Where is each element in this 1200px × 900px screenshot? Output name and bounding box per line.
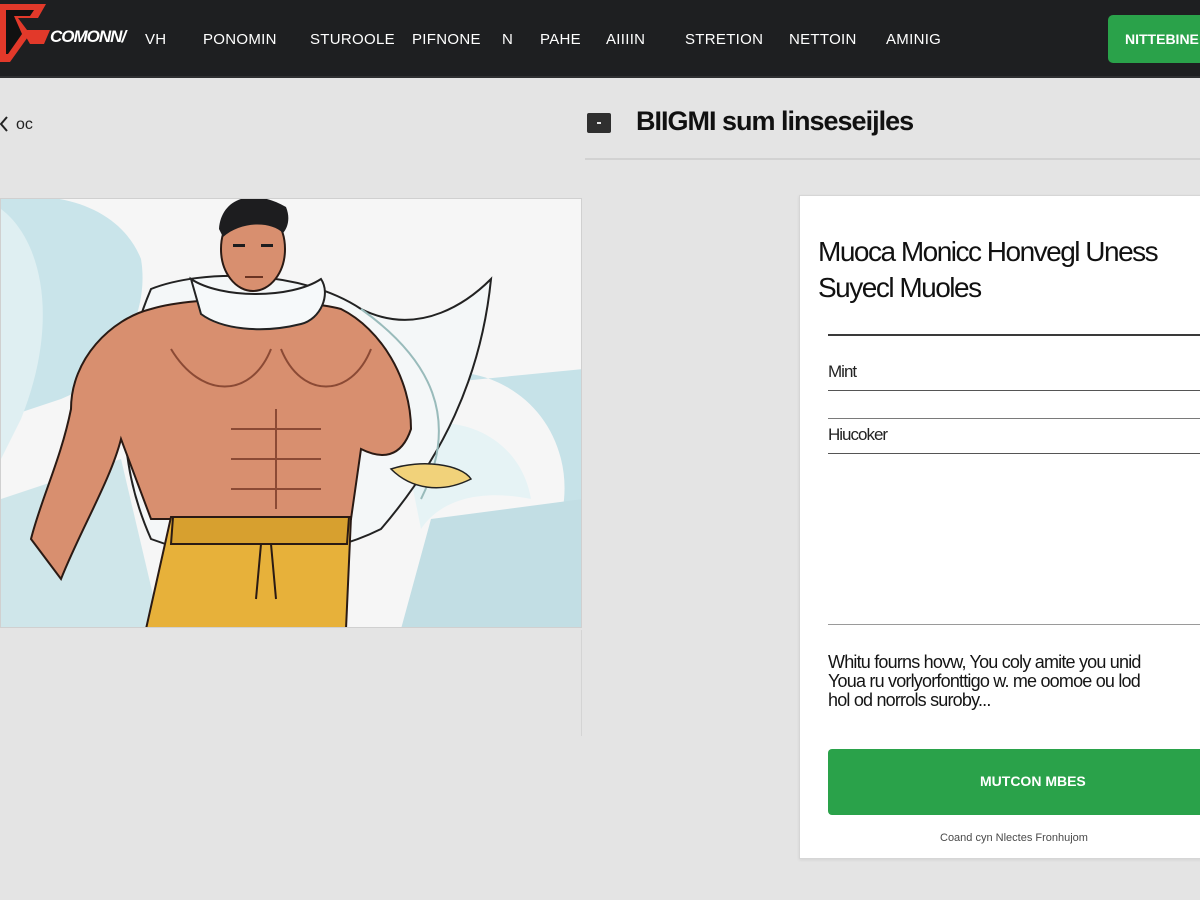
back-link[interactable]: oc xyxy=(0,112,60,138)
chevron-left-icon xyxy=(0,116,8,132)
signup-card: Muoca Monicc Honvegl Uness Suyecl Muoles… xyxy=(799,195,1200,859)
header-divider xyxy=(585,158,1200,160)
top-navigation-bar: COMONN/ VH PONOMIN STUROOLE PIFNONE N PA… xyxy=(0,0,1200,78)
brand-logo[interactable]: COMONN/ xyxy=(0,0,140,72)
secondary-field-label: Hiucoker xyxy=(828,425,888,444)
description-line-2: Youa ru vorlyorfonttigo w. me oomoe ou l… xyxy=(828,671,1141,691)
card-footnote[interactable]: Coand cyn Nlectes Fronhujom xyxy=(940,832,1088,844)
card-description: Whitu fourns hovw, You coly amite you un… xyxy=(828,653,1200,710)
name-field[interactable]: Mint xyxy=(828,353,1200,391)
nav-item-nettoin[interactable]: NETTOIN xyxy=(789,31,857,48)
card-title-line-2: Suyecl Muoles xyxy=(818,272,982,303)
nav-item-stretion[interactable]: STRETION xyxy=(685,31,763,48)
brand-logo-text: COMONN/ xyxy=(50,27,126,46)
nav-item-vh[interactable]: VH xyxy=(145,31,166,48)
secondary-field[interactable]: Hiucoker xyxy=(828,416,1200,454)
muscular-hero-illustration xyxy=(1,199,581,627)
nav-item-n[interactable]: N xyxy=(502,31,513,48)
card-title: Muoca Monicc Honvegl Uness Suyecl Muoles xyxy=(818,234,1200,306)
description-line-3: hol od norrols suroby... xyxy=(828,690,991,710)
nav-item-aiiiin[interactable]: AIIIIN xyxy=(606,31,645,48)
page-title: BIIGMI sum linseseijles xyxy=(636,106,914,136)
nav-item-aminig[interactable]: AMINIG xyxy=(886,31,941,48)
nav-item-pahe[interactable]: PAHE xyxy=(540,31,581,48)
header-cta-button[interactable]: NITTEBINE xyxy=(1108,15,1200,63)
back-label: oc xyxy=(16,116,33,133)
description-line-1: Whitu fourns hovw, You coly amite you un… xyxy=(828,652,1141,672)
card-title-line-1: Muoca Monicc Honvegl Uness xyxy=(818,236,1159,267)
column-divider xyxy=(581,630,582,736)
card-title-divider xyxy=(828,334,1200,336)
submit-button[interactable]: MUTCON MBES xyxy=(828,749,1200,815)
body-divider xyxy=(828,624,1200,625)
nav-item-pifnone[interactable]: PIFNONE xyxy=(412,31,481,48)
character-artwork xyxy=(0,198,582,628)
name-field-label: Mint xyxy=(828,362,857,381)
panel-icon xyxy=(587,113,611,133)
nav-item-sturoole[interactable]: STUROOLE xyxy=(310,31,395,48)
nav-item-ponomin[interactable]: PONOMIN xyxy=(203,31,277,48)
